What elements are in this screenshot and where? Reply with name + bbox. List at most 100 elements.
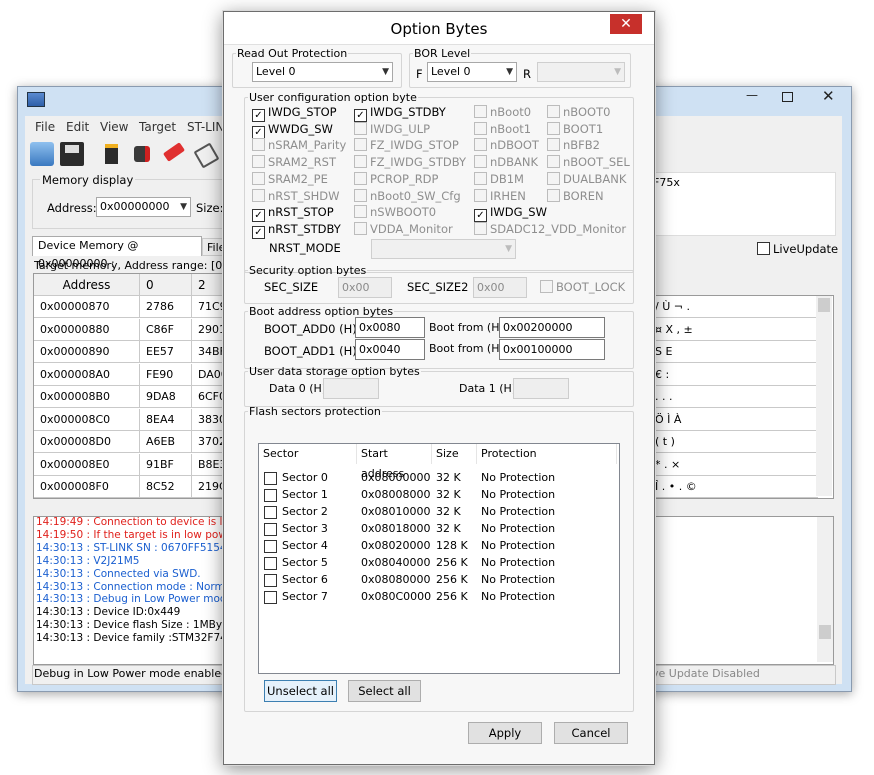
checkbox-box [540, 280, 553, 293]
tab-device-memory[interactable]: Device Memory @ 0x00000000 : [32, 236, 202, 270]
sector-checkbox[interactable] [264, 540, 277, 553]
sector-checkbox[interactable] [264, 523, 277, 536]
bor-f-combo[interactable]: Level 0 ▼ [427, 62, 517, 82]
sector-checkbox[interactable] [264, 574, 277, 587]
memory-row-address: 0x00000880 [34, 318, 140, 341]
menu-edit[interactable]: Edit [66, 120, 89, 134]
option-fz-iwdg-stop-checkbox[interactable]: FZ_IWDG_STOP [354, 138, 459, 152]
data1-field[interactable] [513, 378, 569, 399]
unselect-all-button[interactable]: Unselect all [264, 680, 337, 702]
column-header-address[interactable]: Address [34, 274, 140, 296]
boot-from1-field[interactable]: 0x00100000 [499, 339, 605, 360]
log-scrollbar[interactable] [817, 517, 833, 662]
select-all-button[interactable]: Select all [348, 680, 421, 702]
data0-field[interactable] [323, 378, 379, 399]
disconnect-icon[interactable] [130, 142, 154, 166]
sector-row[interactable]: Sector 5 0x08040000 256 K No Protection [259, 554, 617, 571]
option-iwdg-stdby-checkbox[interactable]: ✓ IWDG_STDBY [354, 105, 446, 122]
option-nboot0-checkbox[interactable]: nBOOT0 [547, 105, 610, 119]
bor-r-label: R [523, 67, 531, 81]
option-nbfb2-checkbox[interactable]: nBFB2 [547, 138, 600, 152]
sector-row[interactable]: Sector 2 0x08010000 32 K No Protection [259, 503, 617, 520]
boot-add1-field[interactable]: 0x0040 [355, 339, 425, 360]
option-nrst-shdw-checkbox[interactable]: nRST_SHDW [252, 188, 340, 203]
menu-view[interactable]: View [100, 120, 128, 134]
sector-checkbox[interactable] [264, 591, 277, 604]
boot-from0-field[interactable]: 0x00200000 [499, 317, 605, 338]
sector-checkbox[interactable] [264, 506, 277, 519]
column-header-0[interactable]: 0 [140, 274, 192, 296]
live-update-checkbox[interactable]: LiveUpdate [757, 242, 838, 256]
option-ndboot-checkbox[interactable]: nDBOOT [474, 138, 539, 152]
protection-col-header[interactable]: Protection [477, 444, 617, 464]
option-nswboot0-checkbox[interactable]: nSWBOOT0 [354, 205, 436, 219]
ascii-scrollbar[interactable] [816, 296, 832, 496]
sector-row[interactable]: Sector 4 0x08020000 128 K No Protection [259, 537, 617, 554]
option-db1m-checkbox[interactable]: DB1M [474, 171, 524, 186]
sec-size-field[interactable]: 0x00 [338, 277, 392, 298]
checkbox-box [354, 205, 367, 219]
address-combo[interactable]: 0x00000000 ▼ [96, 197, 191, 217]
bor-r-combo[interactable]: ▼ [537, 62, 625, 82]
option-wwdg-sw-checkbox[interactable]: ✓ WWDG_SW [252, 122, 333, 139]
chevron-down-icon: ▼ [505, 244, 512, 254]
dialog-close-button[interactable]: ✕ [610, 14, 642, 34]
option-ndbank-checkbox[interactable]: nDBANK [474, 155, 538, 169]
menu-file[interactable]: File [35, 120, 55, 134]
boot-add0-field[interactable]: 0x0080 [355, 317, 425, 338]
sector-checkbox[interactable] [264, 557, 277, 570]
minimize-button[interactable]: — [746, 88, 758, 102]
option-nboot1-checkbox[interactable]: nBoot1 [474, 121, 531, 136]
cancel-button[interactable]: Cancel [554, 722, 628, 744]
open-file-icon[interactable] [30, 142, 54, 166]
tab-file[interactable]: File [202, 238, 225, 256]
menu-stlink[interactable]: ST-LIN [187, 120, 224, 134]
option-sdadc12-vdd-monitor-checkbox[interactable]: SDADC12_VDD_Monitor [474, 221, 626, 236]
option-nboot0-sw-cfg-checkbox[interactable]: nBoot0_SW_Cfg [354, 188, 461, 203]
nrst-mode-combo[interactable]: ▼ [371, 239, 516, 259]
option-sram2-rst-checkbox[interactable]: SRAM2_RST [252, 155, 336, 169]
bor-f-label: F [416, 67, 423, 81]
sector-row[interactable]: Sector 0 0x08000000 32 K No Protection [259, 469, 617, 486]
sector-row[interactable]: Sector 7 0x080C0000 256 K No Protection [259, 588, 617, 605]
option-nboot-sel-checkbox[interactable]: nBOOT_SEL [547, 155, 630, 169]
program-verify-icon[interactable] [193, 142, 220, 169]
sector-checkbox[interactable] [264, 472, 277, 485]
option-boren-checkbox[interactable]: BOREN [547, 188, 604, 203]
sector-start: 0x08010000 [361, 505, 431, 518]
option-nrst-stdby-checkbox[interactable]: ✓ nRST_STDBY [252, 222, 341, 239]
option-pcrop-rdp-checkbox[interactable]: PCROP_RDP [354, 171, 438, 186]
erase-chip-icon[interactable] [162, 142, 186, 166]
sector-row[interactable]: Sector 1 0x08008000 32 K No Protection [259, 486, 617, 503]
sec-size-value: 0x00 [342, 281, 370, 294]
sec-size2-field[interactable]: 0x00 [473, 277, 527, 298]
sector-col-header[interactable]: Sector [259, 444, 357, 464]
option-nsram-parity-checkbox[interactable]: nSRAM_Parity [252, 138, 346, 152]
option-fz-iwdg-stdby-checkbox[interactable]: FZ_IWDG_STDBY [354, 155, 466, 169]
sector-checkbox[interactable] [264, 489, 277, 502]
sector-row[interactable]: Sector 6 0x08080000 256 K No Protection [259, 571, 617, 588]
option-nrst-stop-checkbox[interactable]: ✓ nRST_STOP [252, 205, 334, 223]
rdp-level-combo[interactable]: Level 0 ▼ [252, 62, 393, 82]
option-irhen-checkbox[interactable]: IRHEN [474, 188, 526, 203]
memory-row-c2: DA00 [192, 363, 226, 386]
option-boot1-checkbox[interactable]: BOOT1 [547, 121, 603, 136]
option-nboot0-checkbox[interactable]: nBoot0 [474, 105, 531, 119]
maximize-button[interactable] [782, 92, 793, 102]
start-address-col-header[interactable]: Start address [357, 444, 432, 480]
connect-icon[interactable] [100, 142, 124, 166]
option-dualbank-checkbox[interactable]: DUALBANK [547, 171, 626, 186]
menu-target[interactable]: Target [139, 120, 176, 134]
option-iwdg-stop-checkbox[interactable]: ✓ IWDG_STOP [252, 105, 337, 122]
main-close-button[interactable]: ✕ [822, 87, 835, 105]
option-vdda-monitor-checkbox[interactable]: VDDA_Monitor [354, 221, 453, 236]
apply-button[interactable]: Apply [468, 722, 542, 744]
option-iwdg-sw-checkbox[interactable]: ✓ IWDG_SW [474, 205, 547, 223]
option-iwdg-ulp-checkbox[interactable]: IWDG_ULP [354, 121, 430, 136]
option-sram2-pe-checkbox[interactable]: SRAM2_PE [252, 171, 328, 186]
column-header-2[interactable]: 2 [192, 274, 226, 296]
size-col-header[interactable]: Size [432, 444, 477, 464]
save-icon[interactable] [60, 142, 84, 166]
sector-row[interactable]: Sector 3 0x08018000 32 K No Protection [259, 520, 617, 537]
boot-lock-checkbox[interactable]: BOOT_LOCK [540, 280, 625, 294]
